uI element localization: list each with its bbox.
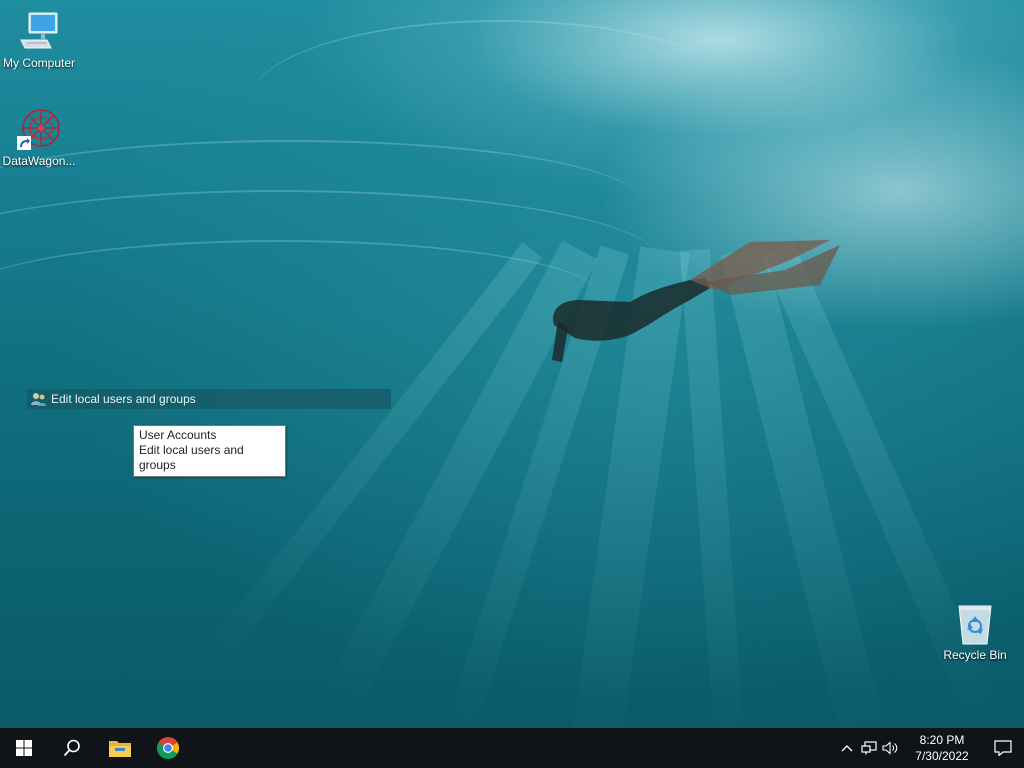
taskbar: 8:20 PM 7/30/2022 xyxy=(0,728,1024,768)
tooltip-description: Edit local users and groups xyxy=(139,443,244,472)
desktop-icon-label: DataWagon... xyxy=(2,154,76,168)
clock-time: 8:20 PM xyxy=(919,733,965,747)
windows-start-icon xyxy=(16,740,32,756)
desktop-icon-datawagon[interactable]: DataWagon... xyxy=(1,108,77,168)
tooltip-title: User Accounts xyxy=(139,428,217,442)
recycle-bin-icon xyxy=(953,602,997,646)
action-center-icon xyxy=(994,740,1012,756)
shortcut-arrow-icon xyxy=(17,136,31,150)
action-center-button[interactable] xyxy=(982,728,1024,768)
file-explorer-icon xyxy=(109,741,131,757)
users-icon xyxy=(31,391,47,407)
volume-icon xyxy=(882,741,898,755)
desktop[interactable]: My Computer DataWagon... Recycle Bin Edi… xyxy=(0,0,1024,728)
search-icon xyxy=(63,739,80,757)
system-tray: 8:20 PM 7/30/2022 xyxy=(836,728,1024,768)
search-button[interactable] xyxy=(48,728,96,768)
chrome-button[interactable] xyxy=(144,728,192,768)
tooltip: User Accounts Edit local users and group… xyxy=(133,425,286,477)
volume-button[interactable] xyxy=(880,728,902,768)
search-result-edit-local-users[interactable]: Edit local users and groups xyxy=(27,389,391,409)
network-icon xyxy=(861,741,877,755)
wave-line xyxy=(0,240,600,352)
diver-silhouette xyxy=(552,240,840,362)
computer-icon xyxy=(17,10,61,54)
desktop-icon-my-computer[interactable]: My Computer xyxy=(1,10,77,70)
show-hidden-icons-button[interactable] xyxy=(836,728,858,768)
start-button[interactable] xyxy=(0,728,48,768)
network-button[interactable] xyxy=(858,728,880,768)
clock-date: 7/30/2022 xyxy=(915,749,969,763)
desktop-icon-label: Recycle Bin xyxy=(943,648,1007,662)
desktop-icon-label: My Computer xyxy=(2,56,76,70)
chrome-icon xyxy=(157,737,179,759)
search-result-label: Edit local users and groups xyxy=(51,392,196,406)
file-explorer-button[interactable] xyxy=(96,728,144,768)
clock[interactable]: 8:20 PM 7/30/2022 xyxy=(908,732,976,764)
datawagon-app-icon xyxy=(17,108,61,152)
wave-line xyxy=(250,20,750,182)
desktop-icon-recycle-bin[interactable]: Recycle Bin xyxy=(937,602,1013,662)
chevron-up-icon xyxy=(841,745,853,752)
